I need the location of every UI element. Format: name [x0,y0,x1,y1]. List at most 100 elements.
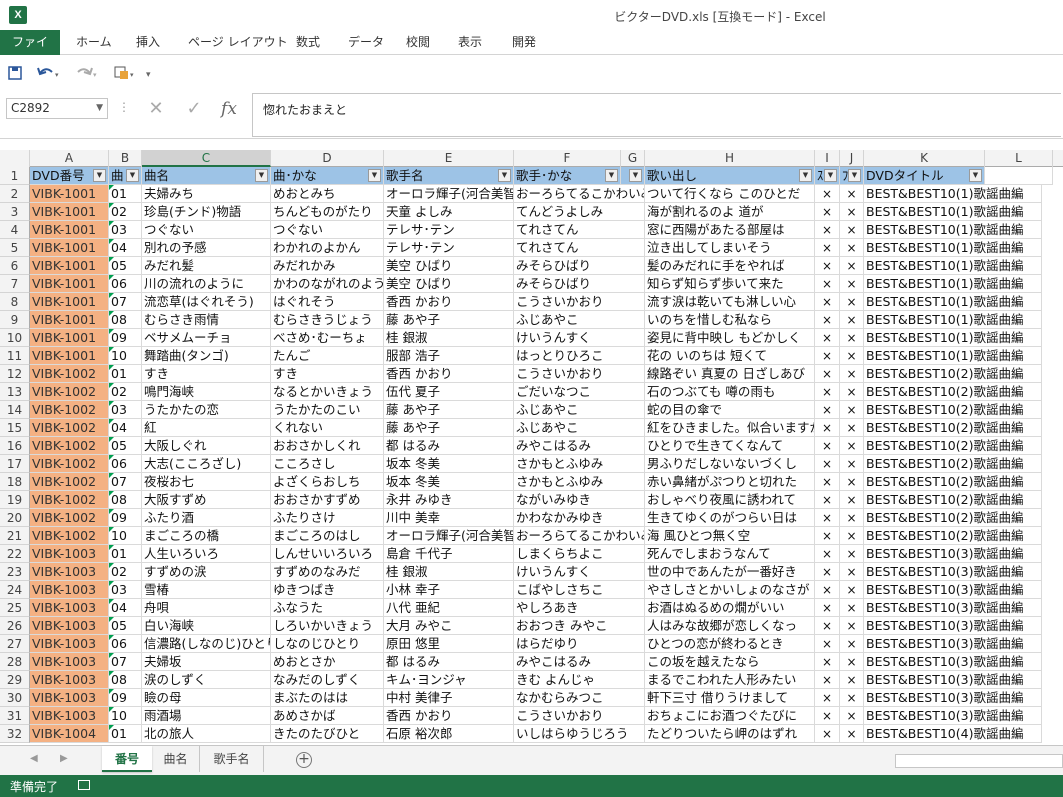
column-header-h[interactable]: H [645,150,815,167]
row-number[interactable]: 11 [0,347,30,365]
cell-song-kana[interactable]: はぐれそう [271,293,384,311]
vertical-dots-icon[interactable]: ⋮ [118,100,130,114]
cell-flag-j[interactable]: × [815,185,840,203]
cell-dvd-number[interactable]: VIBK-1002 [30,473,109,491]
row-number[interactable]: 27 [0,635,30,653]
column-header-f[interactable]: F [514,150,621,167]
cell-singer-kana[interactable]: おーろらてるこかわいみちこ [514,185,645,203]
tab-developer[interactable]: 開発 [500,30,548,55]
sheet-tab-song[interactable]: 曲名 [152,746,200,772]
cell-dvd-number[interactable]: VIBK-1002 [30,509,109,527]
cell-song-kana[interactable]: あめさかば [271,707,384,725]
cell-song-kana[interactable]: ふたりさけ [271,509,384,527]
cell-track[interactable]: 06 [109,275,142,293]
cell-singer-kana[interactable]: みやこはるみ [514,653,645,671]
cell-song-kana[interactable]: すき [271,365,384,383]
cell-flag-j[interactable]: × [815,635,840,653]
header-song-kana[interactable]: ▼ 曲･かな [271,167,384,185]
cell-flag-j[interactable]: × [815,329,840,347]
cell-dvd-title[interactable]: BEST&BEST10(3)歌謡曲編 [864,545,1042,563]
cell-track[interactable]: 04 [109,419,142,437]
cell-flag-j[interactable]: × [815,437,840,455]
column-header-m[interactable]: M [1053,150,1063,167]
macro-record-icon[interactable] [78,780,90,790]
cell-song-title[interactable]: うたかたの恋 [142,401,271,419]
cell-track[interactable]: 01 [109,365,142,383]
cell-lyrics-start[interactable]: 窓に西陽があたる部屋は [645,221,815,239]
redo-icon[interactable]: ▾ [74,63,98,83]
cell-flag-k[interactable]: × [840,401,864,419]
cell-dvd-title[interactable]: BEST&BEST10(1)歌謡曲編 [864,293,1042,311]
row-number[interactable]: 24 [0,581,30,599]
cell-lyrics-start[interactable]: お酒はぬるめの燗がいい [645,599,815,617]
cell-singer[interactable]: 八代 亜紀 [384,599,514,617]
row-number[interactable]: 28 [0,653,30,671]
cell-singer[interactable]: 服部 浩子 [384,347,514,365]
column-header-d[interactable]: D [271,150,384,167]
cell-flag-k[interactable]: × [840,635,864,653]
cell-lyrics-start[interactable]: まるでこわれた人形みたい [645,671,815,689]
cell-singer[interactable]: 小林 幸子 [384,581,514,599]
cell-singer-kana[interactable]: ふじあやこ [514,401,645,419]
tab-formulas[interactable]: 数式 [284,30,332,55]
cell-song-title[interactable]: ふたり酒 [142,509,271,527]
cell-track[interactable]: 03 [109,401,142,419]
cell-singer-kana[interactable]: てれさてん [514,239,645,257]
column-header-j[interactable]: J [840,150,864,167]
cell-flag-k[interactable]: × [840,203,864,221]
cell-dvd-title[interactable]: BEST&BEST10(3)歌謡曲編 [864,563,1042,581]
cell-lyrics-start[interactable]: 花の いのちは 短くて [645,347,815,365]
cell-dvd-number[interactable]: VIBK-1003 [30,671,109,689]
cell-track[interactable]: 09 [109,689,142,707]
cell-singer-kana[interactable]: しまくらちよこ [514,545,645,563]
cell-flag-j[interactable]: × [815,671,840,689]
cell-flag-k[interactable]: × [840,455,864,473]
cell-song-title[interactable]: 夫婦坂 [142,653,271,671]
cell-flag-j[interactable]: × [815,509,840,527]
tab-page-layout[interactable]: ページ レイアウト [176,30,300,55]
cell-lyrics-start[interactable]: 流す涙は乾いても淋しい心 [645,293,815,311]
cell-flag-j[interactable]: × [815,257,840,275]
cell-dvd-title[interactable]: BEST&BEST10(3)歌謡曲編 [864,617,1042,635]
cell-singer[interactable]: テレサ･テン [384,239,514,257]
cell-flag-k[interactable]: × [840,545,864,563]
cell-track[interactable]: 03 [109,581,142,599]
cell-song-title[interactable]: 信濃路(しなのじ)ひとり [142,635,271,653]
row-number[interactable]: 8 [0,293,30,311]
cell-song-title[interactable]: 舞踏曲(タンゴ) [142,347,271,365]
filter-dropdown-icon[interactable]: ▼ [824,169,837,182]
cell-track[interactable]: 08 [109,491,142,509]
cell-track[interactable]: 01 [109,545,142,563]
cell-song-kana[interactable]: こころさし [271,455,384,473]
cell-lyrics-start[interactable]: 赤い鼻緒がぷつりと切れた [645,473,815,491]
cancel-icon[interactable]: ✕ [142,97,170,121]
cell-dvd-number[interactable]: VIBK-1003 [30,707,109,725]
cell-song-title[interactable]: まごころの橋 [142,527,271,545]
cell-flag-j[interactable]: × [815,275,840,293]
cell-dvd-title[interactable]: BEST&BEST10(1)歌謡曲編 [864,329,1042,347]
row-number[interactable]: 13 [0,383,30,401]
cell-flag-j[interactable]: × [815,563,840,581]
header-dvd-number[interactable]: ▼ DVD番号 [30,167,109,185]
cell-singer-kana[interactable]: てんどうよしみ [514,203,645,221]
cell-song-kana[interactable]: うたかたのこい [271,401,384,419]
chevron-down-icon[interactable]: ▼ [96,99,103,118]
cell-track[interactable]: 03 [109,221,142,239]
column-header-b[interactable]: B [109,150,142,167]
cell-singer-kana[interactable]: ながいみゆき [514,491,645,509]
format-painter-icon[interactable]: ▾ [112,63,136,83]
cell-song-kana[interactable]: しんせいいろいろ [271,545,384,563]
cell-lyrics-start[interactable]: 人はみな故郷が恋しくなっ [645,617,815,635]
cell-singer[interactable]: 永井 みゆき [384,491,514,509]
cell-song-kana[interactable]: まごころのはし [271,527,384,545]
tab-home[interactable]: ホーム [64,30,124,55]
cell-dvd-title[interactable]: BEST&BEST10(1)歌謡曲編 [864,275,1042,293]
cell-dvd-number[interactable]: VIBK-1001 [30,239,109,257]
cell-singer[interactable]: オーロラ輝子(河合美智子) [384,185,514,203]
cell-track[interactable]: 05 [109,437,142,455]
cell-flag-k[interactable]: × [840,347,864,365]
cell-dvd-title[interactable]: BEST&BEST10(2)歌謡曲編 [864,401,1042,419]
header-singer[interactable]: ▼ 歌手名 [384,167,514,185]
cell-lyrics-start[interactable]: やさしさとかいしょのなさが [645,581,815,599]
cell-singer[interactable]: 香西 かおり [384,707,514,725]
